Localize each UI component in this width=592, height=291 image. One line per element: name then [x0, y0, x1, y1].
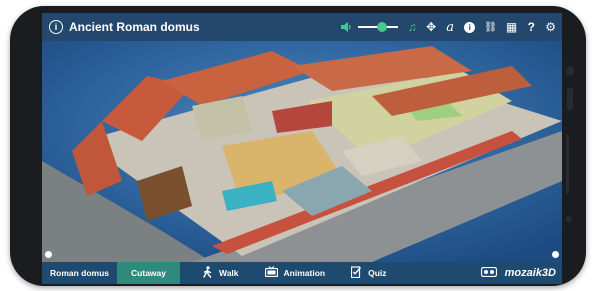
brand-logo: mozaik3D — [504, 267, 556, 279]
app-screen: i Ancient Roman domus ♫ ✥ a i ⛓ ▦ ? ⚙ Ro… — [42, 13, 562, 284]
tab-roman-domus[interactable]: Roman domus — [42, 262, 117, 284]
music-note-icon[interactable]: ♫ — [407, 20, 417, 34]
text-a-icon[interactable]: a — [445, 20, 455, 35]
page-title: Ancient Roman domus — [69, 20, 200, 34]
grid-icon[interactable]: ▦ — [506, 20, 517, 34]
brand-area: mozaik3D — [480, 262, 556, 284]
phone-camera — [566, 66, 574, 76]
tab-label: Cutaway — [131, 268, 166, 278]
domus-3d-view[interactable] — [42, 41, 562, 262]
tab-cutaway[interactable]: Cutaway — [117, 262, 180, 284]
gear-icon[interactable]: ⚙ — [545, 20, 556, 34]
quiz-icon — [350, 265, 362, 281]
walk-icon — [202, 265, 213, 281]
top-bar: i Ancient Roman domus ♫ ✥ a i ⛓ ▦ ? ⚙ — [42, 13, 562, 41]
link-icon[interactable]: ⛓ — [484, 22, 497, 33]
tab-label: Animation — [283, 268, 326, 278]
tab-label: Quiz — [368, 268, 387, 278]
volume-slider[interactable] — [358, 20, 399, 34]
tab-quiz[interactable]: Quiz — [343, 262, 394, 284]
tab-label: Walk — [219, 268, 239, 278]
phone-speaker — [566, 134, 569, 194]
scene-nav-left[interactable] — [45, 251, 52, 258]
move-arrows-icon[interactable]: ✥ — [426, 20, 436, 34]
vr-goggles-icon[interactable] — [480, 266, 497, 280]
animation-icon — [264, 266, 278, 280]
info-icon[interactable]: i — [464, 21, 476, 33]
speaker-icon[interactable] — [341, 22, 352, 32]
volume-slider-thumb[interactable] — [376, 22, 387, 32]
tab-walk[interactable]: Walk — [194, 262, 247, 284]
bottom-tab-bar: Roman domus Cutaway Walk Animation Quiz — [42, 262, 562, 284]
toolbar: ♫ ✥ a i ⛓ ▦ ? ⚙ — [332, 13, 556, 41]
tab-label: Roman domus — [50, 268, 110, 278]
phone-sensor — [567, 88, 573, 110]
tab-animation[interactable]: Animation — [257, 262, 334, 284]
help-icon[interactable]: ? — [526, 20, 536, 34]
phone-light — [566, 216, 572, 222]
info-circle-icon[interactable]: i — [49, 20, 63, 34]
scene-nav-right[interactable] — [552, 251, 559, 258]
domus-cutaway-illustration — [42, 41, 562, 262]
info-icon-glyph: i — [464, 21, 476, 33]
